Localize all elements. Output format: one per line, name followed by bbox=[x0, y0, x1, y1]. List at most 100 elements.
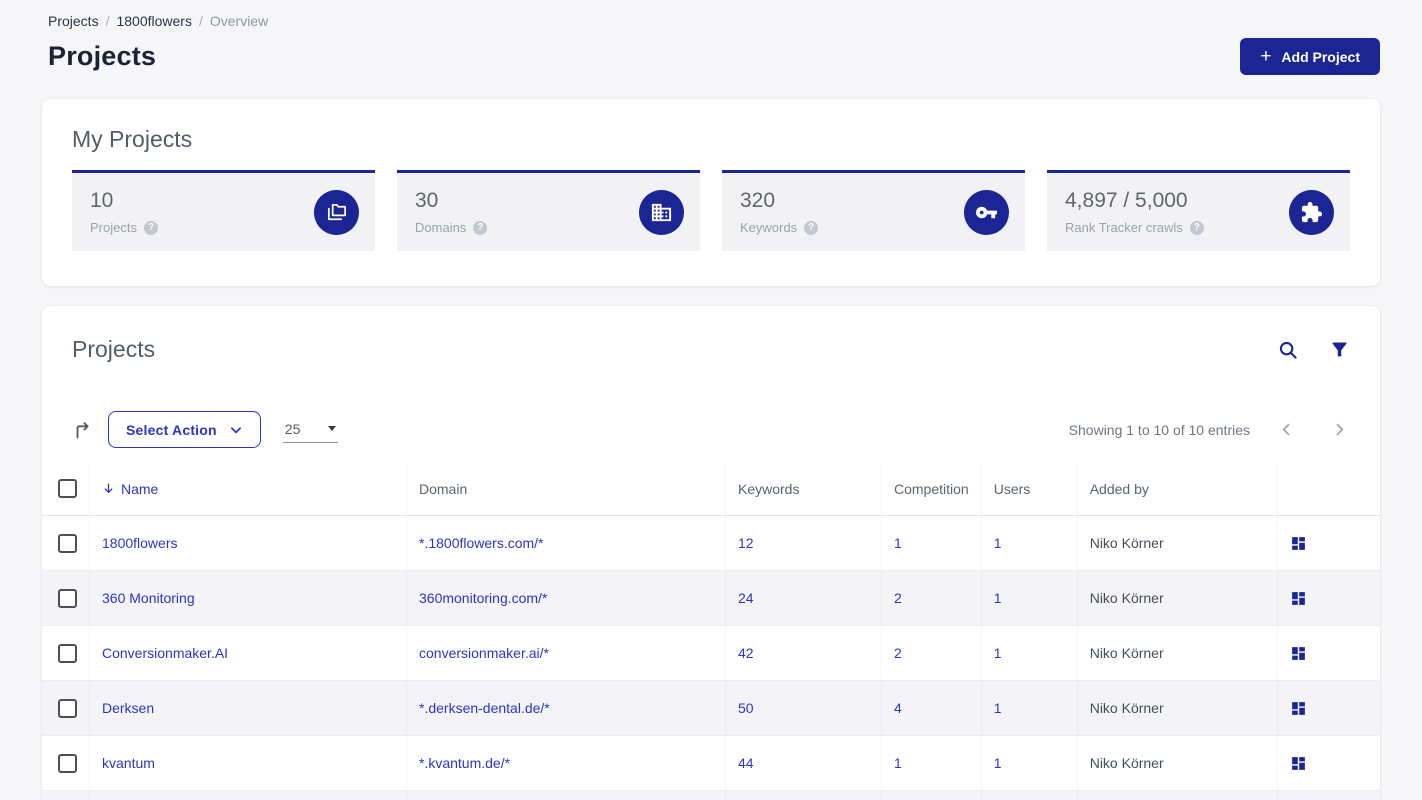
my-projects-card: My Projects 10 Projects ? 30 Domains ? 3… bbox=[42, 99, 1380, 286]
projects-table: Name Domain Keywords Competition Users A… bbox=[42, 462, 1380, 800]
projects-panel-title: Projects bbox=[72, 336, 156, 362]
competition-count[interactable]: 1 bbox=[894, 535, 902, 551]
page-size-value: 25 bbox=[284, 420, 301, 437]
select-action-label: Select Action bbox=[126, 421, 217, 438]
row-checkbox[interactable] bbox=[58, 533, 77, 553]
add-project-label: Add Project bbox=[1281, 48, 1360, 65]
row-checkbox[interactable] bbox=[58, 588, 77, 608]
column-header-name[interactable]: Name bbox=[89, 462, 407, 516]
stat-crawls-label: Rank Tracker crawls bbox=[1065, 220, 1183, 235]
table-row-partial bbox=[42, 790, 1380, 800]
stat-projects-label: Projects bbox=[90, 220, 137, 235]
column-header-added-by[interactable]: Added by bbox=[1077, 462, 1278, 516]
plus-icon: + bbox=[1260, 46, 1272, 67]
project-domain-link[interactable]: *.derksen-dental.de/* bbox=[419, 700, 550, 716]
help-icon[interactable]: ? bbox=[1189, 220, 1204, 235]
stat-crawls-value: 4,897 / 5,000 bbox=[1065, 189, 1188, 212]
added-by-text: Niko Körner bbox=[1089, 700, 1164, 716]
breadcrumb-overview: Overview bbox=[209, 13, 269, 29]
stat-domains-label: Domains bbox=[415, 220, 467, 235]
added-by-text: Niko Körner bbox=[1089, 645, 1164, 661]
showing-entries-text: Showing 1 to 10 of 10 entries bbox=[1068, 421, 1250, 438]
users-count[interactable]: 1 bbox=[994, 700, 1002, 716]
competition-count[interactable]: 2 bbox=[894, 590, 902, 606]
breadcrumb-separator: / bbox=[105, 13, 110, 29]
users-count[interactable]: 1 bbox=[994, 755, 1002, 771]
dashboard-grid-icon[interactable] bbox=[1290, 590, 1368, 607]
stat-domains: 30 Domains ? bbox=[397, 170, 700, 251]
added-by-text: Niko Körner bbox=[1089, 590, 1164, 606]
project-domain-link[interactable]: *.kvantum.de/* bbox=[419, 755, 510, 771]
row-checkbox[interactable] bbox=[58, 753, 77, 773]
added-by-text: Niko Körner bbox=[1089, 535, 1164, 551]
stat-keywords: 320 Keywords ? bbox=[722, 170, 1025, 251]
help-icon[interactable]: ? bbox=[143, 220, 158, 235]
chevron-right-icon[interactable] bbox=[1329, 419, 1350, 440]
stat-keywords-label: Keywords bbox=[740, 220, 798, 235]
keywords-count[interactable]: 42 bbox=[738, 645, 754, 661]
project-name-link[interactable]: 360 Monitoring bbox=[102, 590, 195, 606]
domain-building-icon bbox=[639, 189, 684, 235]
competition-count[interactable]: 2 bbox=[894, 645, 902, 661]
my-projects-title: My Projects bbox=[72, 126, 193, 152]
column-header-competition[interactable]: Competition bbox=[881, 462, 982, 516]
export-arrow-icon[interactable] bbox=[72, 419, 94, 441]
dashboard-grid-icon[interactable] bbox=[1290, 755, 1368, 772]
project-domain-link[interactable]: *.1800flowers.com/* bbox=[419, 535, 544, 551]
competition-count[interactable]: 1 bbox=[894, 755, 902, 771]
stats-row: 10 Projects ? 30 Domains ? 320 Keywords … bbox=[72, 170, 1350, 251]
breadcrumb-separator: / bbox=[198, 13, 203, 29]
column-header-domain[interactable]: Domain bbox=[406, 462, 726, 516]
select-all-checkbox[interactable] bbox=[58, 479, 77, 498]
select-action-dropdown[interactable]: Select Action bbox=[108, 411, 261, 448]
row-checkbox[interactable] bbox=[58, 698, 77, 718]
stat-projects: 10 Projects ? bbox=[72, 170, 375, 251]
row-checkbox[interactable] bbox=[58, 643, 77, 663]
keywords-count[interactable]: 50 bbox=[738, 700, 754, 716]
filter-icon[interactable] bbox=[1329, 339, 1350, 360]
help-icon[interactable]: ? bbox=[804, 220, 819, 235]
table-row: Conversionmaker.AI conversionmaker.ai/* … bbox=[42, 625, 1380, 681]
keywords-count[interactable]: 44 bbox=[738, 755, 754, 771]
dashboard-grid-icon[interactable] bbox=[1290, 535, 1368, 552]
project-name-link[interactable]: Derksen bbox=[102, 700, 154, 716]
projects-folders-icon bbox=[314, 189, 359, 235]
keywords-count[interactable]: 12 bbox=[738, 535, 754, 551]
table-header-row: Name Domain Keywords Competition Users A… bbox=[42, 462, 1380, 516]
search-icon[interactable] bbox=[1277, 339, 1299, 361]
key-icon bbox=[964, 189, 1009, 235]
stat-projects-value: 10 bbox=[90, 189, 114, 212]
dashboard-grid-icon[interactable] bbox=[1290, 645, 1368, 662]
competition-count[interactable]: 4 bbox=[894, 700, 902, 716]
stat-rank-tracker-crawls: 4,897 / 5,000 Rank Tracker crawls ? bbox=[1047, 170, 1350, 251]
chevron-down-icon bbox=[230, 426, 241, 433]
column-header-keywords[interactable]: Keywords bbox=[725, 462, 882, 516]
table-row: 360 Monitoring 360monitoring.com/* 24 2 … bbox=[42, 570, 1380, 626]
keywords-count[interactable]: 24 bbox=[738, 590, 754, 606]
page-header: Projects / 1800flowers / Overview Projec… bbox=[0, 0, 1422, 75]
project-domain-link[interactable]: 360monitoring.com/* bbox=[419, 590, 547, 606]
users-count[interactable]: 1 bbox=[994, 535, 1002, 551]
project-name-link[interactable]: kvantum bbox=[102, 755, 155, 771]
dashboard-grid-icon[interactable] bbox=[1290, 700, 1368, 717]
breadcrumb-projects[interactable]: Projects bbox=[48, 13, 99, 29]
project-domain-link[interactable]: conversionmaker.ai/* bbox=[419, 645, 549, 661]
users-count[interactable]: 1 bbox=[994, 645, 1002, 661]
page-size-select[interactable]: 25 bbox=[282, 417, 338, 443]
breadcrumb-1800flowers[interactable]: 1800flowers bbox=[116, 13, 192, 29]
add-project-button[interactable]: + Add Project bbox=[1240, 38, 1380, 75]
help-icon[interactable]: ? bbox=[473, 220, 488, 235]
added-by-text: Niko Körner bbox=[1089, 755, 1164, 771]
stat-domains-value: 30 bbox=[415, 189, 439, 212]
stat-keywords-value: 320 bbox=[740, 189, 776, 212]
puzzle-icon bbox=[1289, 189, 1334, 235]
column-header-users[interactable]: Users bbox=[981, 462, 1078, 516]
breadcrumb: Projects / 1800flowers / Overview bbox=[48, 13, 1380, 29]
users-count[interactable]: 1 bbox=[994, 590, 1002, 606]
project-name-link[interactable]: 1800flowers bbox=[102, 535, 178, 551]
table-row: Derksen *.derksen-dental.de/* 50 4 1 Nik… bbox=[42, 680, 1380, 736]
project-name-link[interactable]: Conversionmaker.AI bbox=[102, 645, 228, 661]
chevron-left-icon[interactable] bbox=[1276, 419, 1297, 440]
projects-table-card: Projects Select Action 25 Showing 1 to 1… bbox=[42, 306, 1380, 800]
select-caret-icon bbox=[327, 426, 336, 431]
